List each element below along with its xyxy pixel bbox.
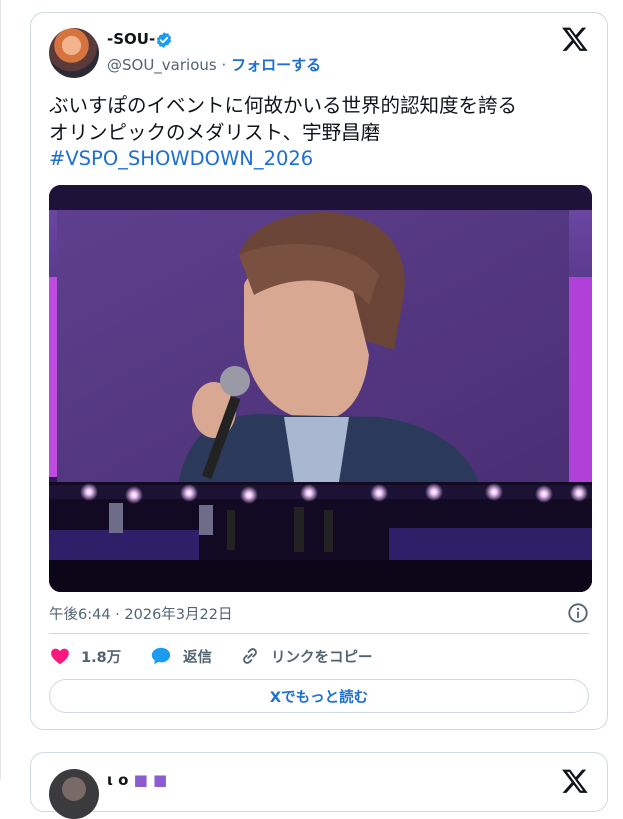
copy-link-label: リンクをコピー (271, 649, 373, 666)
author-handle[interactable]: @SOU_various (107, 56, 217, 74)
author-avatar[interactable] (49, 28, 99, 78)
next-author-name-text: ι ο (107, 771, 129, 789)
next-tweet-card[interactable]: ι ο ■ ■ (30, 752, 608, 819)
read-more-on-x-button[interactable]: Xでもっと読む (49, 679, 589, 713)
next-author-avatar[interactable] (49, 769, 99, 819)
info-icon[interactable] (567, 602, 589, 624)
follow-button[interactable]: フォローする (231, 56, 321, 74)
x-logo-icon[interactable] (561, 25, 589, 53)
like-button[interactable]: 1.8万 (49, 645, 121, 667)
tweet-photo[interactable] (49, 185, 592, 592)
devil-emoji-icon: ■ (133, 771, 148, 789)
reply-bubble-icon (151, 647, 171, 665)
copy-link-button[interactable]: リンクをコピー (239, 645, 373, 667)
heart-icon (51, 648, 69, 665)
devil-emoji-icon: ■ (153, 771, 168, 789)
link-icon (243, 648, 257, 664)
tweet-text-line1: ぶいすぽのイベントに何故かいる世界的認知度を誇る (49, 94, 518, 117)
separator-dot: · (221, 56, 227, 74)
verified-badge-icon (156, 32, 172, 48)
like-count: 1.8万 (81, 649, 122, 666)
x-logo-icon[interactable] (561, 767, 589, 795)
hashtag-link[interactable]: #VSPO_SHOWDOWN_2026 (49, 147, 313, 170)
reply-label: 返信 (183, 649, 212, 666)
tweet-text-line2: オリンピックのメダリスト、宇野昌磨 (49, 120, 381, 144)
handle-line: @SOU_various · フォローする (107, 54, 321, 75)
tweet-text: ぶいすぽのイベントに何故かいる世界的認知度を誇る オリンピックのメダリスト、宇野… (49, 93, 589, 173)
tweet-timestamp[interactable]: 午後6:44 · 2026年3月22日 (49, 603, 232, 624)
next-author-name[interactable]: ι ο ■ ■ (107, 771, 167, 789)
embedded-tweet-card[interactable]: -SOU- @SOU_various · フォローする ぶいすぽのイベントに何故… (30, 12, 608, 730)
stage-photo-illustration (49, 185, 592, 592)
author-name[interactable]: -SOU- (107, 30, 155, 48)
divider (49, 633, 589, 634)
page-edge (0, 0, 1, 780)
reply-button[interactable]: 返信 (149, 645, 212, 667)
